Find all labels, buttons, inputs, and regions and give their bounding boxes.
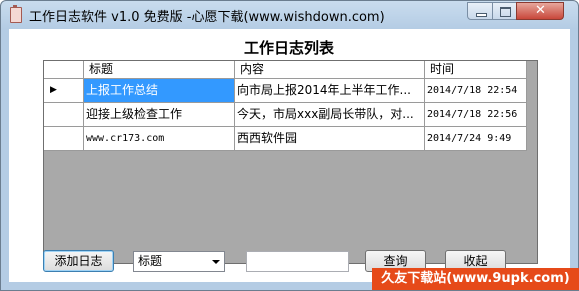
table-cell-title[interactable]: www.cr173.com (84, 127, 235, 151)
title-bar[interactable]: 工作日志软件 v1.0 免费版 -心愿下载(www.wishdown.com) … (1, 1, 578, 29)
window-title: 工作日志软件 v1.0 免费版 -心愿下载(www.wishdown.com) (29, 10, 385, 25)
row-selector[interactable]: ▶ (44, 79, 84, 103)
table-cell-time[interactable]: 2014/7/18 22:54 (425, 79, 527, 103)
table-cell-title[interactable]: 迎接上级检查工作 (84, 103, 235, 127)
app-icon (10, 5, 22, 23)
field-select[interactable]: 标题 (133, 251, 225, 272)
row-selector[interactable] (44, 127, 84, 151)
maximize-button[interactable] (492, 2, 517, 20)
close-button[interactable]: ✕ (516, 2, 564, 20)
column-header-rowselector (44, 61, 84, 79)
field-select-value: 标题 (138, 254, 163, 268)
search-input[interactable] (246, 251, 349, 272)
table-cell-content[interactable]: 今天，市局xxx副局长带队，对... (235, 103, 425, 127)
client-area: 工作日志列表 标题 内容 时间 ▶ 上报工作总结 向市局上报2014年上半年工作… (9, 29, 570, 282)
table-cell-content[interactable]: 西西软件园 (235, 127, 425, 151)
app-window: 工作日志软件 v1.0 免费版 -心愿下载(www.wishdown.com) … (0, 0, 579, 291)
column-header-title[interactable]: 标题 (84, 61, 235, 79)
table-cell-time[interactable]: 2014/7/18 22:56 (425, 103, 527, 127)
page-title: 工作日志列表 (243, 39, 334, 57)
table-cell-content[interactable]: 向市局上报2014年上半年工作... (235, 79, 425, 103)
close-icon: ✕ (535, 3, 546, 18)
table-cell-title[interactable]: 上报工作总结 (84, 79, 235, 103)
log-grid[interactable]: 标题 内容 时间 ▶ 上报工作总结 向市局上报2014年上半年工作... 201… (43, 60, 538, 264)
minimize-icon (476, 13, 487, 17)
table-cell-time[interactable]: 2014/7/24 9:49 (425, 127, 527, 151)
column-header-time[interactable]: 时间 (425, 61, 527, 79)
add-log-button[interactable]: 添加日志 (43, 250, 114, 272)
watermark-banner: 久友下载站(www.9upk.com) (372, 268, 579, 290)
maximize-icon (500, 7, 511, 17)
chevron-down-icon (212, 260, 220, 264)
column-header-content[interactable]: 内容 (235, 61, 425, 79)
row-selector[interactable] (44, 103, 84, 127)
minimize-button[interactable] (467, 2, 493, 20)
